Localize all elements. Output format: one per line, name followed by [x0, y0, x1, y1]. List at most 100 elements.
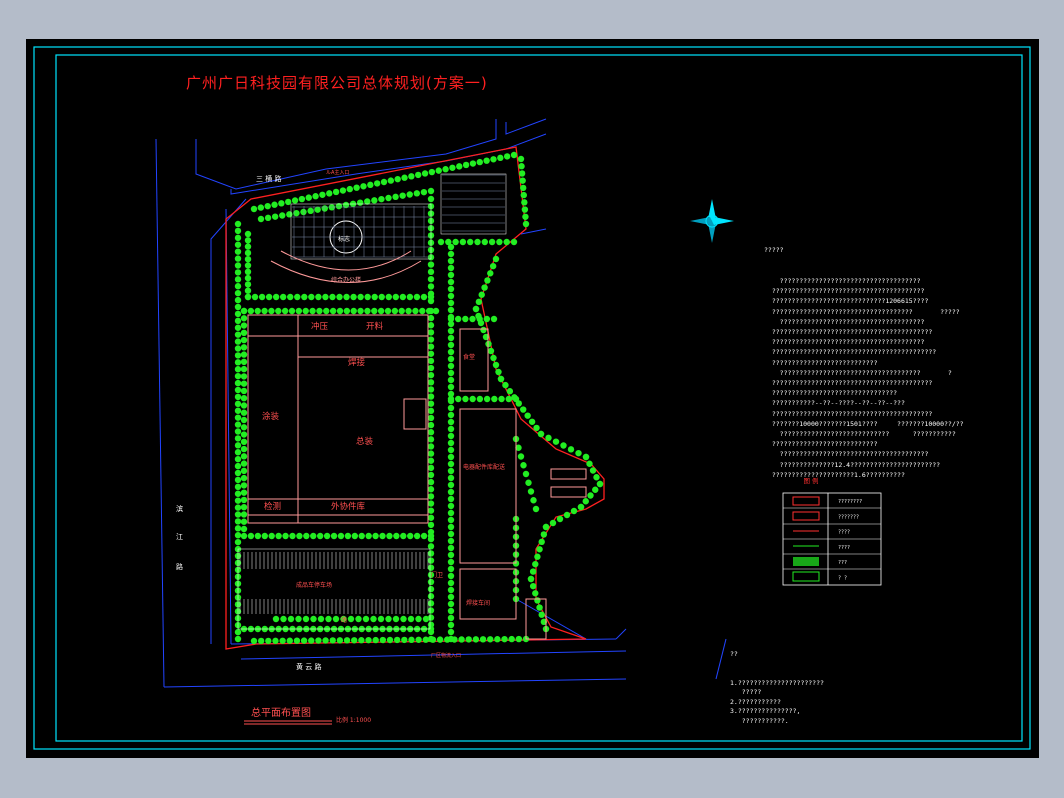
tree-icon — [240, 424, 248, 431]
tree-icon — [534, 597, 541, 604]
tree-icon — [469, 315, 476, 323]
tree-icon — [429, 636, 437, 643]
tree-icon — [234, 511, 242, 518]
tree-icon — [447, 250, 455, 258]
note-line: ???????????????????????????????? — [764, 389, 898, 398]
tree-icon — [234, 317, 242, 325]
tree-icon — [445, 238, 452, 246]
design-notes: ????? ??????????????????????????????????… — [764, 225, 964, 490]
tree-icon — [393, 532, 400, 540]
tree-icon — [234, 324, 242, 331]
legend-row-label: ???? — [838, 545, 850, 551]
tree-icon — [427, 421, 435, 429]
note-line: ??????????????12.4??????????????????????… — [764, 460, 941, 469]
tree-icon — [261, 307, 268, 315]
tree-icon — [406, 191, 413, 198]
tree-icon — [525, 479, 532, 486]
tree-icon — [589, 467, 597, 474]
tree-icon — [582, 498, 589, 505]
tree-icon — [545, 434, 552, 442]
tree-icon — [300, 208, 307, 216]
tree-icon — [560, 442, 567, 449]
tree-icon — [476, 395, 484, 403]
tree-icon — [386, 532, 393, 540]
tree-icon — [447, 425, 455, 433]
tree-icon — [487, 347, 495, 355]
tree-icon — [244, 281, 252, 288]
tree-icon — [298, 195, 306, 203]
tree-icon — [275, 307, 282, 315]
note-line: ?????????????????????????????????????? — [764, 450, 929, 459]
tree-icon — [459, 238, 467, 246]
tree-icon — [447, 572, 455, 580]
tree-icon — [427, 578, 435, 586]
tree-icon — [427, 283, 435, 290]
tree-icon — [240, 489, 248, 496]
tree-icon — [540, 531, 548, 538]
tree-icon — [522, 213, 529, 220]
footnote-line: ???????????. — [730, 716, 789, 725]
tree-icon — [234, 345, 242, 352]
tree-icon — [447, 418, 455, 426]
tree-icon — [447, 565, 455, 573]
tree-icon — [398, 307, 405, 315]
tree-icon — [532, 560, 539, 568]
tree-icon — [503, 153, 511, 160]
tree-icon — [447, 523, 455, 531]
tree-icon — [447, 278, 455, 286]
tree-icon — [538, 538, 545, 546]
label-stamping: 冲压 — [311, 321, 329, 332]
tree-icon — [234, 352, 242, 359]
tree-icon — [542, 523, 550, 531]
tree-icon — [244, 274, 252, 282]
tree-icon — [447, 264, 455, 272]
tree-icon — [364, 307, 371, 315]
tree-icon — [505, 395, 512, 403]
road-label-left-1: 滨 — [176, 504, 183, 513]
tree-icon — [447, 586, 455, 594]
tree-icon — [436, 636, 444, 643]
tree-icon — [234, 407, 242, 414]
tree-icon — [336, 293, 343, 301]
tree-icon — [520, 406, 527, 413]
tree-icon — [527, 488, 535, 495]
tree-icon — [244, 287, 252, 294]
tree-icon — [288, 307, 296, 315]
tree-icon — [308, 293, 315, 301]
note-line: ???????????????????????????????????? — [764, 277, 921, 286]
tree-icon — [378, 293, 385, 301]
tree-icon — [234, 386, 242, 394]
tree-icon — [427, 436, 435, 443]
tree-icon — [447, 334, 455, 342]
tree-icon — [510, 238, 518, 246]
tree-icon — [373, 180, 381, 187]
tree-icon — [234, 234, 242, 242]
tree-icon — [427, 528, 435, 536]
tree-icon — [517, 453, 525, 460]
tree-icon — [495, 368, 502, 376]
tree-icon — [286, 211, 293, 218]
tree-icon — [285, 198, 292, 206]
tree-icon — [234, 269, 242, 276]
tree-icon — [447, 593, 455, 601]
tree-icon — [291, 197, 299, 204]
tree-icon — [250, 205, 258, 213]
tree-icon — [515, 400, 522, 407]
tree-icon — [413, 293, 421, 301]
tree-icon — [427, 187, 435, 195]
tree-icon — [301, 293, 308, 301]
tree-icon — [427, 364, 435, 372]
tree-icon — [315, 637, 322, 644]
label-cutting: 开料 — [366, 321, 384, 332]
tree-icon — [392, 293, 400, 301]
tree-icon — [244, 268, 252, 275]
tree-icon — [371, 307, 378, 315]
tree-icon — [427, 521, 435, 529]
tree-icon — [536, 546, 543, 553]
tree-icon — [244, 230, 252, 238]
tree-icon — [240, 431, 248, 438]
tree-icon — [346, 185, 353, 193]
tree-icon — [415, 636, 422, 643]
tree-icon — [427, 457, 435, 464]
tree-icon — [521, 199, 528, 206]
